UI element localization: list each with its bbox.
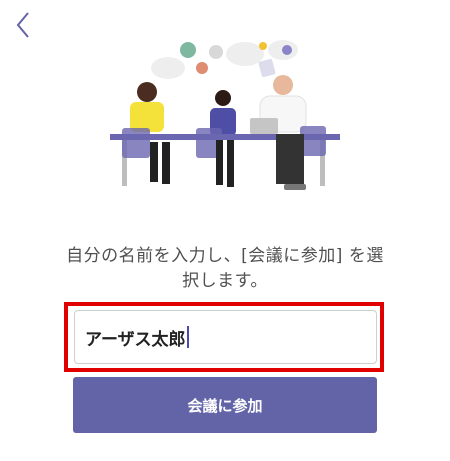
avatar-icon xyxy=(209,45,223,59)
speech-bubble-icon xyxy=(151,57,185,79)
avatar-icon xyxy=(196,62,208,74)
back-button[interactable] xyxy=(10,8,36,42)
text-cursor xyxy=(187,326,190,348)
emoji-icon xyxy=(259,42,267,50)
name-input[interactable]: アーザス太郎 xyxy=(74,310,377,364)
laptop-icon xyxy=(250,118,278,134)
instruction-text: 自分の名前を入力し、[会議に参加] を選択します。 xyxy=(66,246,384,291)
meeting-people-illustration xyxy=(110,40,340,190)
speech-bubble-icon xyxy=(226,42,264,66)
document-icon xyxy=(258,58,276,78)
avatar-icon xyxy=(282,45,292,55)
join-meeting-button[interactable]: 会議に参加 xyxy=(73,377,377,433)
name-input-value: アーザス太郎 xyxy=(85,329,186,350)
avatar-icon xyxy=(180,42,196,58)
chevron-left-icon xyxy=(16,12,29,38)
